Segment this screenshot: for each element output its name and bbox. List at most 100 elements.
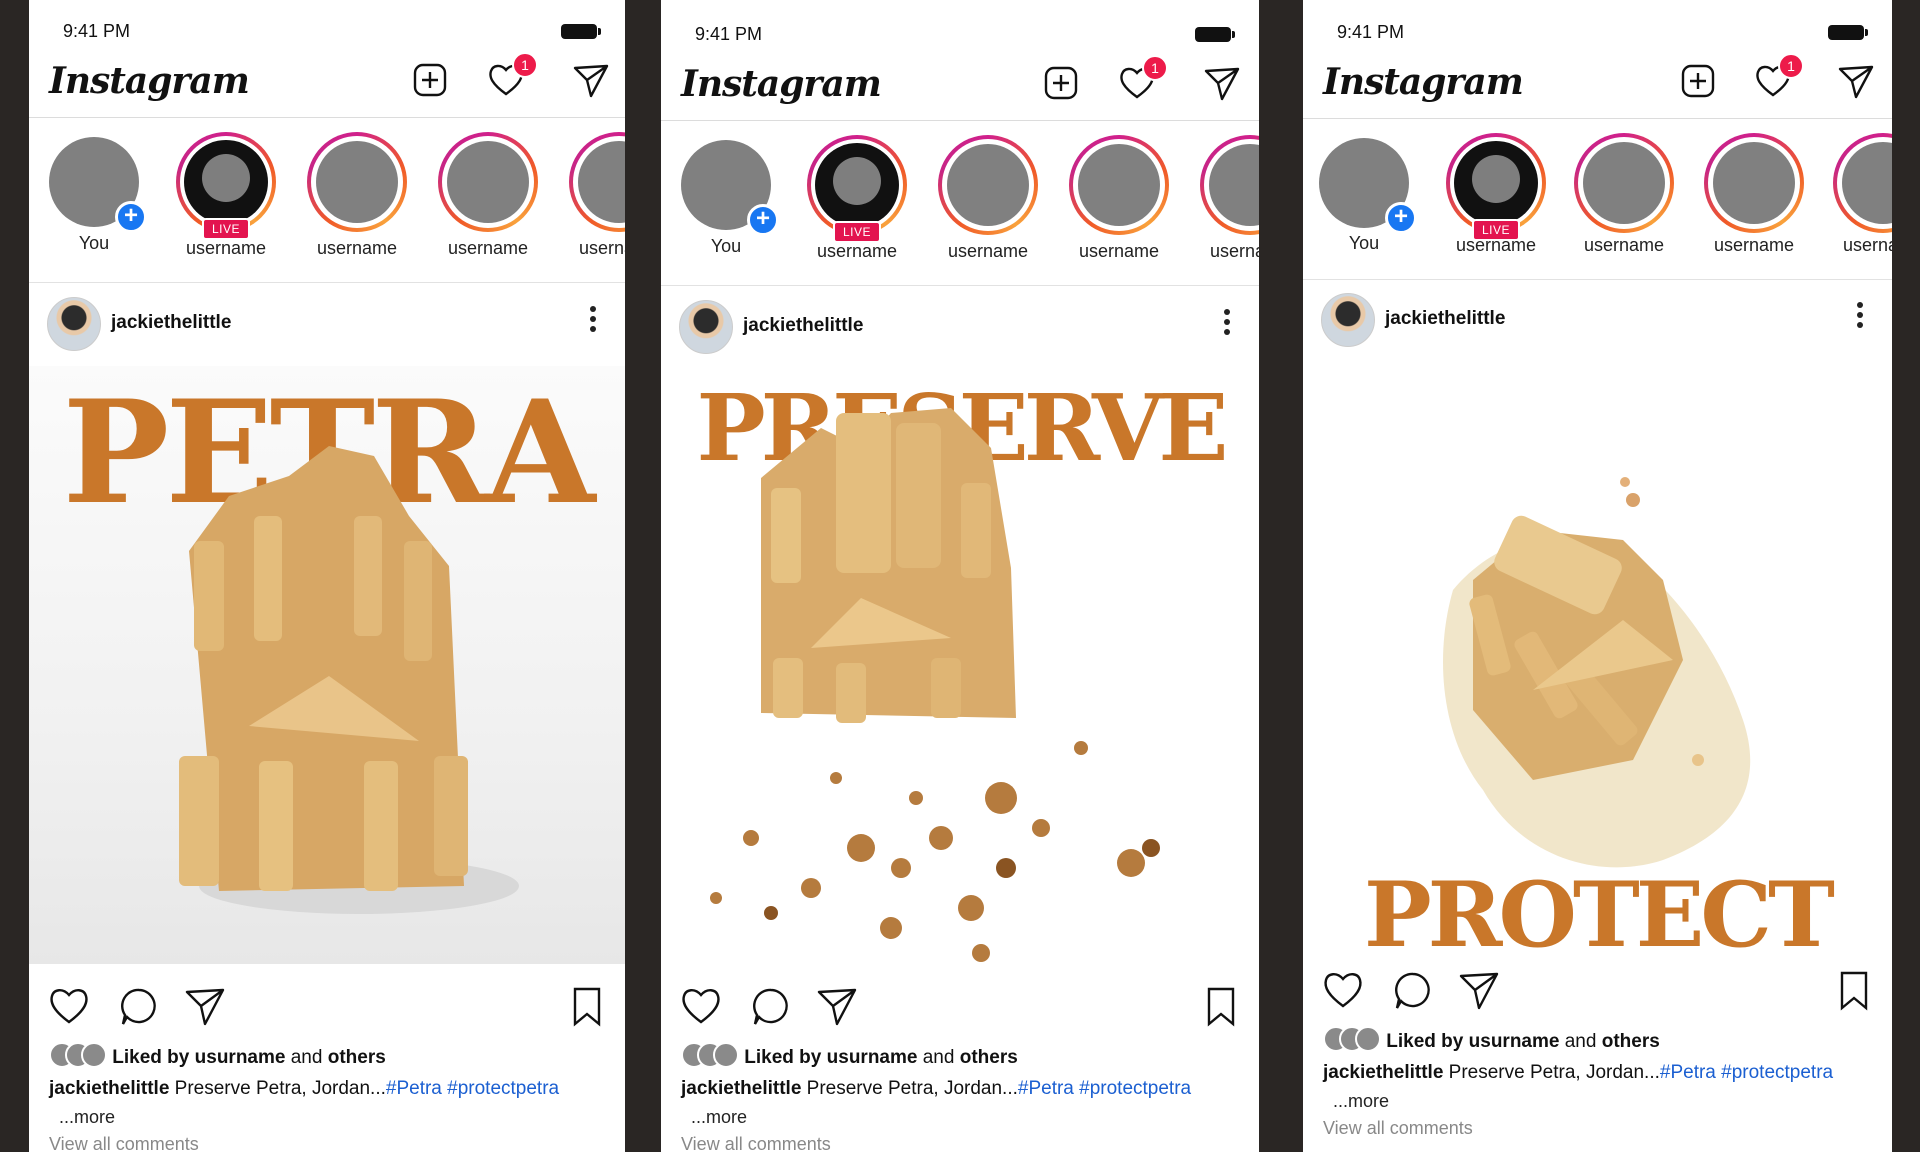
post-avatar[interactable] — [679, 300, 733, 354]
caption-more-link[interactable]: ...more — [1333, 1091, 1389, 1112]
story-item[interactable]: username — [1699, 133, 1809, 256]
story-label: username — [578, 238, 625, 258]
new-post-icon[interactable] — [1041, 63, 1081, 103]
story-ring — [1574, 133, 1674, 233]
story-label: username — [447, 238, 529, 258]
status-bar: 9:41 PM — [1303, 1, 1892, 61]
add-story-icon[interactable]: + — [747, 204, 779, 236]
story-item[interactable]: username — [1828, 133, 1892, 256]
story-item[interactable]: username — [1569, 133, 1679, 256]
story-you[interactable]: + You — [39, 132, 149, 254]
post-header: jackiethelittle — [661, 297, 1259, 359]
story-ring — [307, 132, 407, 232]
share-icon[interactable] — [815, 984, 859, 1028]
post-actions — [29, 976, 625, 1036]
story-item[interactable]: username — [433, 132, 543, 259]
bookmark-icon[interactable] — [1199, 984, 1243, 1028]
post-actions — [1303, 960, 1892, 1020]
post-username[interactable]: jackiethelittle — [111, 312, 231, 334]
direct-message-icon[interactable] — [1202, 63, 1242, 103]
post-image[interactable]: PROTECT — [1303, 360, 1892, 956]
like-heart-icon[interactable] — [1321, 968, 1365, 1012]
story-live[interactable]: LIVE username — [171, 132, 281, 259]
hashtags[interactable]: #Petra #protectpetra — [1018, 1078, 1191, 1099]
caption-more-link[interactable]: ...more — [59, 1107, 115, 1128]
bookmark-icon[interactable] — [1832, 968, 1876, 1012]
new-post-icon[interactable] — [1678, 61, 1718, 101]
instagram-logo: Instagram — [681, 63, 882, 105]
like-heart-icon[interactable] — [47, 984, 91, 1028]
story-you[interactable]: + You — [1309, 133, 1419, 254]
story-live[interactable]: LIVE username — [802, 135, 912, 262]
comment-icon[interactable] — [749, 984, 793, 1028]
view-comments-link[interactable]: View all comments — [1323, 1118, 1473, 1139]
hashtags[interactable]: #Petra #protectpetra — [1660, 1062, 1833, 1083]
view-comments-link[interactable]: View all comments — [681, 1134, 831, 1152]
post-username[interactable]: jackiethelittle — [743, 315, 863, 337]
post-avatar[interactable] — [1321, 293, 1375, 347]
story-ring — [1069, 135, 1169, 235]
story-item[interactable]: username — [564, 132, 625, 259]
headline-text: PROTECT — [1363, 862, 1835, 956]
post-username[interactable]: jackiethelittle — [1385, 308, 1505, 330]
direct-message-icon[interactable] — [571, 60, 611, 100]
post-image[interactable]: PRESERVE — [661, 368, 1259, 966]
story-item[interactable]: username — [933, 135, 1043, 262]
liker-avatars — [681, 1042, 739, 1074]
battery-icon — [1195, 27, 1235, 42]
status-bar: 9:41 PM — [661, 3, 1259, 63]
more-options-icon[interactable] — [589, 306, 597, 336]
story-ring — [569, 132, 625, 232]
view-comments-link[interactable]: View all comments — [49, 1134, 199, 1152]
like-heart-icon[interactable] — [679, 984, 723, 1028]
notification-badge: 1 — [1142, 55, 1168, 81]
bookmark-icon[interactable] — [565, 984, 609, 1028]
phone-panel-1: 9:41 PM Instagram 1 + You LIVE username … — [29, 0, 625, 1152]
live-badge: LIVE — [201, 218, 251, 240]
story-label: username — [816, 241, 898, 261]
story-label: username — [947, 241, 1029, 261]
direct-message-icon[interactable] — [1836, 61, 1876, 101]
status-time: 9:41 PM — [695, 24, 763, 44]
caption-more-link[interactable]: ...more — [691, 1107, 747, 1128]
notification-badge: 1 — [1778, 53, 1804, 79]
hashtags[interactable]: #Petra #protectpetra — [386, 1078, 559, 1099]
post-avatar[interactable] — [47, 297, 101, 351]
more-options-icon[interactable] — [1223, 309, 1231, 339]
liked-by-line: Liked by usurname and others — [681, 1042, 1018, 1074]
story-item[interactable]: username — [302, 132, 412, 259]
story-item[interactable]: username — [1064, 135, 1174, 262]
more-options-icon[interactable] — [1856, 302, 1864, 332]
story-label: You — [710, 236, 742, 256]
add-story-icon[interactable]: + — [1385, 202, 1417, 234]
story-item[interactable]: username — [1195, 135, 1259, 262]
share-icon[interactable] — [183, 984, 227, 1028]
post-caption: jackiethelittle Preserve Petra, Jordan..… — [1323, 1062, 1834, 1083]
battery-icon — [1828, 25, 1868, 40]
phone-panel-3: 9:41 PM Instagram 1 + You LIVE username … — [1303, 0, 1892, 1152]
post-header: jackiethelittle — [1303, 290, 1892, 352]
story-ring — [1833, 133, 1892, 233]
story-label: username — [185, 238, 267, 258]
story-ring — [1704, 133, 1804, 233]
story-live[interactable]: LIVE username — [1441, 133, 1551, 256]
post-caption: jackiethelittle Preserve Petra, Jordan..… — [681, 1078, 1192, 1099]
app-header: Instagram 1 — [661, 55, 1259, 121]
instagram-logo: Instagram — [1323, 61, 1524, 103]
battery-icon — [561, 24, 601, 39]
status-time: 9:41 PM — [63, 21, 131, 41]
story-ring: LIVE — [176, 132, 276, 240]
story-label: username — [316, 238, 398, 258]
add-story-icon[interactable]: + — [115, 201, 147, 233]
comment-icon[interactable] — [1391, 968, 1435, 1012]
share-icon[interactable] — [1457, 968, 1501, 1012]
story-label: username — [1209, 241, 1259, 261]
app-header: Instagram 1 — [1303, 53, 1892, 119]
stories-tray: + You LIVE username username username us… — [29, 132, 625, 283]
comment-icon[interactable] — [117, 984, 161, 1028]
story-you[interactable]: + You — [671, 135, 781, 257]
phone-panel-2: 9:41 PM Instagram 1 + You LIVE username … — [661, 0, 1259, 1152]
story-avatar: + — [1319, 138, 1417, 234]
post-image[interactable]: PETRA — [29, 366, 625, 964]
new-post-icon[interactable] — [410, 60, 450, 100]
